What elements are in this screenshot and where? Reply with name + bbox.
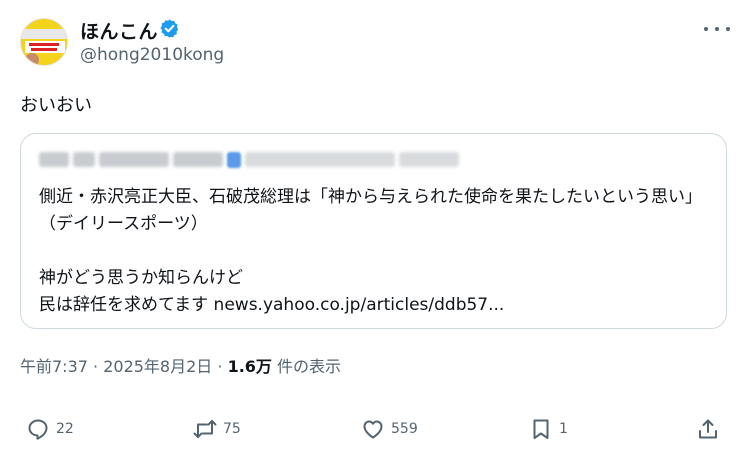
- user-handle[interactable]: @hong2010kong: [80, 45, 224, 65]
- quoted-tweet-text: 側近・赤沢亮正大臣、石破茂総理は「神から与えられた使命を果たしたいという思い」（…: [39, 187, 702, 315]
- meta-separator: ·: [93, 357, 104, 376]
- action-bar: 22 75 559 1: [0, 412, 747, 446]
- blurred-badge: [227, 151, 241, 168]
- verified-badge-icon: [160, 19, 179, 38]
- display-name[interactable]: ほんこん: [80, 17, 158, 44]
- like-count: 559: [391, 421, 418, 437]
- blurred-text: [399, 152, 459, 167]
- blurred-text: [99, 152, 169, 167]
- avatar[interactable]: [20, 18, 68, 66]
- repost-icon: [193, 420, 217, 438]
- like-button[interactable]: 559: [361, 412, 418, 446]
- tweet-date[interactable]: 2025年8月2日: [103, 357, 212, 376]
- tweet-meta: 午前7:37 · 2025年8月2日 · 1.6万 件の表示: [20, 353, 341, 377]
- reply-button[interactable]: 22: [26, 412, 74, 446]
- blurred-text: [173, 152, 223, 167]
- bookmark-count: 1: [559, 421, 568, 437]
- repost-count: 75: [223, 421, 241, 437]
- blurred-text: [39, 152, 69, 167]
- dot: [726, 27, 730, 31]
- more-icon[interactable]: [704, 18, 730, 40]
- tweet-text: おいおい: [20, 95, 92, 116]
- avatar-band: [21, 29, 67, 39]
- avatar-red-line: [31, 48, 57, 51]
- dot: [704, 27, 708, 31]
- blurred-text: [73, 152, 95, 167]
- reply-icon: [28, 419, 48, 440]
- like-icon: [363, 420, 383, 439]
- dot: [715, 27, 719, 31]
- blurred-quote-author: [39, 151, 509, 168]
- repost-button[interactable]: 75: [193, 412, 241, 446]
- bookmark-icon: [533, 419, 549, 439]
- avatar-face: [25, 53, 39, 65]
- blurred-text: [245, 152, 395, 167]
- tweet-time[interactable]: 午前7:37: [20, 357, 88, 376]
- avatar-red-line: [29, 43, 59, 46]
- quoted-tweet[interactable]: 側近・赤沢亮正大臣、石破茂総理は「神から与えられた使命を果たしたいという思い」（…: [20, 133, 727, 329]
- views-count: 1.6万: [227, 357, 272, 376]
- bookmark-button[interactable]: 1: [529, 412, 568, 446]
- meta-separator: ·: [217, 357, 228, 376]
- share-icon: [699, 419, 717, 439]
- share-button[interactable]: [696, 412, 720, 446]
- views-label: 件の表示: [277, 357, 342, 376]
- reply-count: 22: [56, 421, 74, 437]
